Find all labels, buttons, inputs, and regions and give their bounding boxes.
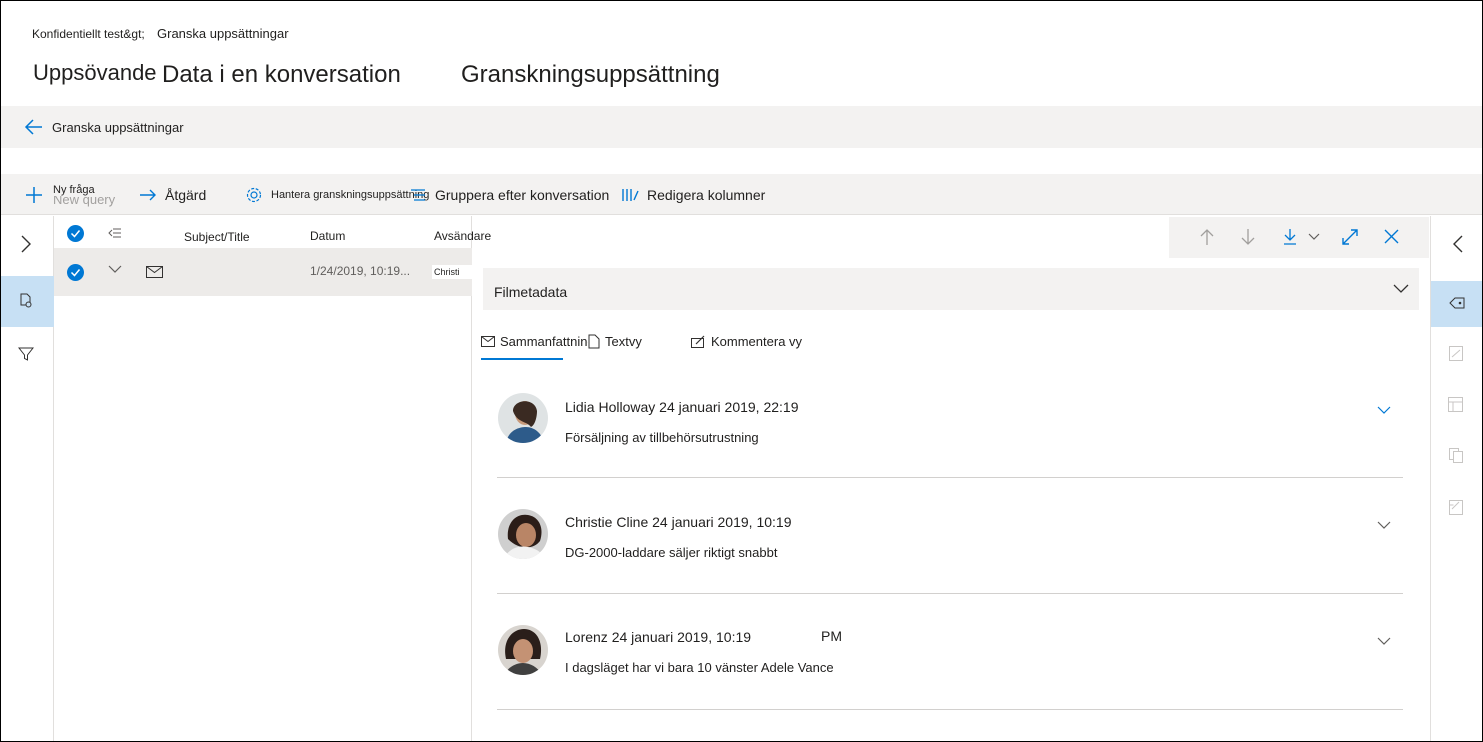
message-sender: Lorenz 24 januari 2019, 10:19 (565, 629, 752, 645)
arrow-right-bar-icon (139, 188, 165, 202)
message-sender: Lidia Holloway 24 januari 2019, 22:19 (565, 399, 799, 415)
edit-columns-button[interactable]: Redigera kolumner (621, 174, 765, 215)
conversation-message[interactable]: Christie Cline 24 januari 2019, 10:19 DG… (497, 478, 1403, 594)
manage-label: Hantera granskningsuppsättning (271, 188, 430, 201)
annotate-icon (691, 335, 711, 348)
expand-chevron-icon[interactable] (19, 234, 33, 254)
columns-icon (621, 187, 647, 203)
download-chevron-icon[interactable] (1308, 233, 1320, 241)
left-rail (1, 216, 54, 741)
avatar (498, 393, 548, 443)
redact-icon[interactable] (1449, 346, 1463, 361)
collapse-tree-icon[interactable] (108, 228, 122, 238)
conversation-message[interactable]: Lidia Holloway 24 januari 2019, 22:19 Fö… (497, 362, 1403, 478)
document-list: Subject/Title Datum Avsändare 1/24/2019,… (54, 216, 491, 741)
chevron-down-icon[interactable] (1377, 406, 1391, 415)
rail-item-documents[interactable] (1, 276, 54, 327)
app-window: Konfidentiellt test&gt; Granska uppsättn… (0, 0, 1483, 742)
download-icon[interactable] (1282, 228, 1298, 246)
row-date: 1/24/2019, 10:19... (310, 264, 411, 278)
page-subtitle: Granskningsuppsättning (461, 61, 720, 88)
new-query-label: Ny fråga (53, 183, 97, 196)
copy-icon[interactable] (1449, 448, 1463, 463)
mail-icon (146, 266, 163, 278)
breadcrumb-review-sets[interactable]: Granska uppsättningar (157, 26, 289, 41)
expand-icon[interactable] (1341, 228, 1359, 246)
action-button[interactable]: Åtgärd (139, 174, 206, 215)
collapse-chevron-icon[interactable] (1451, 234, 1465, 254)
breadcrumb-case[interactable]: Konfidentiellt test&gt; (32, 27, 145, 41)
tab-text-view[interactable]: Textvy (588, 334, 642, 349)
message-body: Försäljning av tillbehörsutrustning (565, 430, 759, 445)
arrow-left-icon[interactable] (23, 116, 45, 138)
chevron-down-icon[interactable] (108, 265, 122, 274)
file-metadata-label: Filmetadata (494, 284, 568, 300)
avatar (498, 625, 548, 675)
new-query-button[interactable]: New query Ny fråga (25, 174, 121, 215)
file-metadata-header[interactable]: Filmetadata (483, 268, 1419, 310)
avatar (498, 509, 548, 559)
detail-nav-bar (1169, 217, 1429, 258)
arrow-up-icon[interactable] (1199, 228, 1215, 246)
row-sender: Christi (432, 265, 472, 279)
message-time-suffix: PM (821, 628, 842, 644)
annotation-icon[interactable] (1449, 500, 1463, 515)
action-label: Åtgärd (165, 186, 207, 203)
column-header-date[interactable]: Datum (310, 229, 345, 243)
column-header-subject[interactable]: Subject/Title (184, 230, 250, 244)
mail-icon (481, 336, 500, 347)
rail-item-tag[interactable] (1431, 281, 1482, 327)
document-icon (588, 334, 605, 349)
arrow-down-icon[interactable] (1240, 228, 1256, 246)
right-rail (1430, 216, 1482, 741)
row-checkbox[interactable] (67, 264, 84, 281)
conversation-message[interactable]: Lorenz 24 januari 2019, 10:19 PM I dagsl… (497, 594, 1403, 710)
tab-summary-label: Sammanfattning (500, 334, 595, 349)
manage-review-set-button[interactable]: Hantera granskningsuppsättning (245, 174, 429, 215)
document-search-icon (18, 293, 34, 309)
tab-summary[interactable]: Sammanfattning (481, 334, 595, 349)
tag-icon (1449, 296, 1466, 310)
chevron-down-icon[interactable] (1393, 284, 1409, 294)
edit-columns-label: Redigera kolumner (647, 186, 766, 203)
tab-annotate-view[interactable]: Kommentera vy (691, 334, 802, 349)
filter-icon[interactable] (18, 346, 34, 362)
column-header-sender[interactable]: Avsändare (434, 229, 491, 243)
plus-icon (25, 186, 51, 204)
group-label: Gruppera efter konversation (435, 186, 610, 203)
message-body: I dagsläget har vi bara 10 vänster Adele… (565, 660, 834, 675)
table-row[interactable]: 1/24/2019, 10:19... Christi (54, 248, 472, 296)
message-body: DG-2000-laddare säljer riktigt snabbt (565, 545, 778, 560)
page-title: Data i en konversation (162, 61, 401, 88)
page-title-prefix: Uppsövande (33, 60, 157, 85)
chevron-down-icon[interactable] (1377, 521, 1391, 530)
command-toolbar: New query Ny fråga Åtgärd Hantera gransk… (1, 174, 1482, 215)
group-icon (409, 187, 435, 203)
back-link[interactable]: Granska uppsättningar (52, 120, 184, 135)
gear-icon (245, 186, 271, 204)
select-all-checkbox[interactable] (67, 225, 84, 242)
group-by-conversation-button[interactable]: Gruppera efter konversation (409, 174, 609, 215)
back-bar: Granska uppsättningar (1, 106, 1482, 148)
active-tab-indicator (481, 358, 563, 360)
tab-annotate-view-label: Kommentera vy (711, 334, 803, 349)
tab-text-view-label: Textvy (605, 334, 642, 349)
close-icon[interactable] (1384, 229, 1399, 244)
chevron-down-icon[interactable] (1377, 637, 1391, 646)
message-sender: Christie Cline 24 januari 2019, 10:19 (565, 514, 792, 530)
table-icon[interactable] (1448, 397, 1463, 412)
